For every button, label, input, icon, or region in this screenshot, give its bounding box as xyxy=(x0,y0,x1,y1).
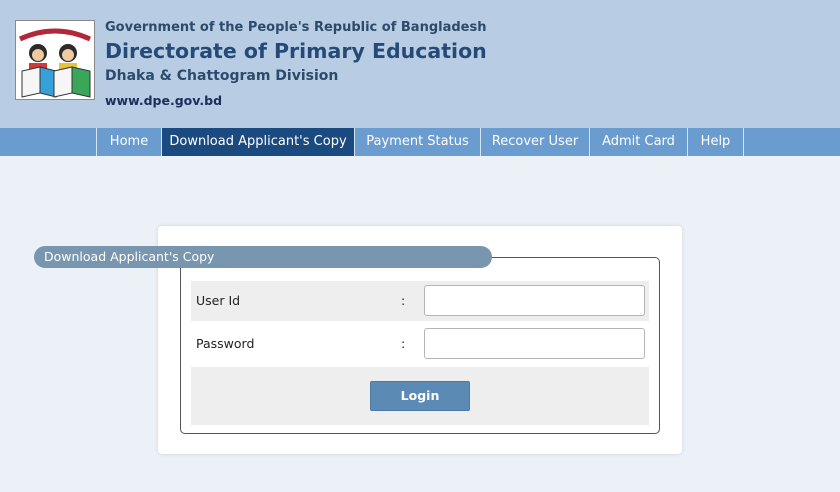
login-button[interactable]: Login xyxy=(370,381,470,411)
page-title: Directorate of Primary Education xyxy=(105,39,487,63)
nav-payment-status[interactable]: Payment Status xyxy=(354,128,480,156)
password-separator: : xyxy=(401,336,406,351)
password-input[interactable] xyxy=(424,328,645,359)
site-header: Government of the People's Republic of B… xyxy=(0,0,840,128)
nav-home[interactable]: Home xyxy=(96,128,161,156)
nav-download-applicants-copy[interactable]: Download Applicant's Copy xyxy=(161,128,354,156)
userid-separator: : xyxy=(401,293,406,308)
form-legend: Download Applicant's Copy xyxy=(34,246,492,268)
nav-help[interactable]: Help xyxy=(687,128,744,156)
division-name: Dhaka & Chattogram Division xyxy=(105,68,339,84)
password-row: Password : xyxy=(191,324,649,364)
userid-label: User Id xyxy=(196,293,241,308)
main-nav: Home Download Applicant's Copy Payment S… xyxy=(0,128,840,156)
nav-recover-user[interactable]: Recover User xyxy=(480,128,589,156)
userid-input[interactable] xyxy=(424,285,645,316)
userid-row: User Id : xyxy=(191,281,649,321)
government-name: Government of the People's Republic of B… xyxy=(105,20,487,35)
nav-admit-card[interactable]: Admit Card xyxy=(589,128,687,156)
password-label: Password xyxy=(196,336,255,351)
dpe-logo-icon xyxy=(15,20,95,100)
website-link[interactable]: www.dpe.gov.bd xyxy=(105,93,222,108)
